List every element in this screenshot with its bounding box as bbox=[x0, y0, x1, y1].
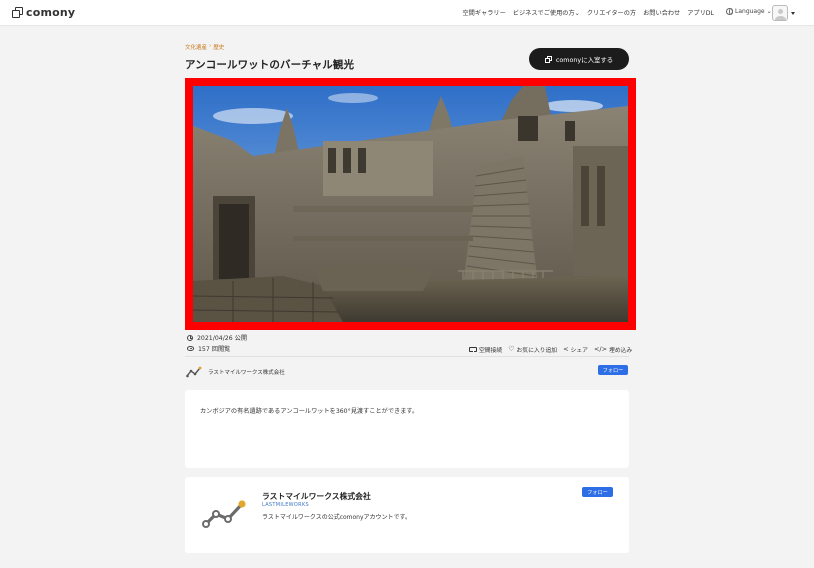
language-label: Language bbox=[735, 8, 765, 15]
favorite-button[interactable]: ♡ お気に入り追加 bbox=[508, 345, 558, 355]
language-selector[interactable]: Language ⌄ bbox=[726, 8, 772, 15]
space-actions: 空間接続 ♡ お気に入り追加 < シェア </> 埋め込み bbox=[469, 345, 632, 354]
code-icon: </> bbox=[593, 345, 608, 354]
top-header: comony 空間ギャラリー ビジネスでご使用の方⌄ クリエイターの方 お問い合… bbox=[0, 0, 814, 26]
organization-id: LASTMILEWORKS bbox=[262, 502, 309, 508]
space-viewer[interactable] bbox=[185, 78, 636, 330]
vr-connect-label: 空間接続 bbox=[479, 348, 503, 354]
view-count-text: 157 回閲覧 bbox=[198, 346, 231, 353]
organization-name[interactable]: ラストマイルワークス株式会社 bbox=[262, 491, 371, 502]
globe-icon bbox=[726, 8, 733, 15]
nav-gallery[interactable]: 空間ギャラリー bbox=[462, 8, 505, 17]
follow-button[interactable]: フォロー bbox=[598, 365, 628, 375]
nav-business[interactable]: ビジネスでご使用の方⌄ bbox=[513, 8, 580, 17]
panorama-preview-image[interactable] bbox=[193, 86, 628, 322]
view-count: 157 回閲覧 bbox=[187, 344, 230, 353]
favorite-label: お気に入り追加 bbox=[516, 348, 558, 354]
chevron-down-icon: ⌄ bbox=[766, 8, 772, 15]
avatar-body bbox=[775, 16, 786, 20]
nav-contact[interactable]: お問い合わせ bbox=[643, 8, 680, 17]
organization-card: ラストマイルワークス株式会社 LASTMILEWORKS ラストマイルワークスの… bbox=[185, 477, 629, 553]
breadcrumb-separator: › bbox=[209, 43, 212, 49]
share-label: シェア bbox=[570, 348, 588, 354]
description-text: カンボジアの有名遺跡であるアンコールワットを360°見渡すことができます。 bbox=[200, 408, 419, 415]
organization-logo-icon[interactable] bbox=[202, 499, 250, 529]
user-avatar[interactable] bbox=[772, 5, 788, 21]
owner-logo-icon bbox=[186, 366, 202, 378]
logo-text: comony bbox=[26, 6, 76, 19]
share-icon: < bbox=[563, 345, 569, 354]
main-nav: 空間ギャラリー ビジネスでご使用の方⌄ クリエイターの方 お問い合わせ アプリD… bbox=[462, 8, 714, 17]
nav-creator[interactable]: クリエイターの方 bbox=[587, 8, 636, 17]
avatar-head bbox=[778, 9, 783, 14]
breadcrumb-subcategory[interactable]: 歴史 bbox=[213, 43, 224, 51]
vr-goggles-icon bbox=[469, 347, 477, 352]
published-date-text: 2021/04/26 公開 bbox=[197, 335, 248, 342]
share-button[interactable]: < シェア bbox=[563, 345, 588, 354]
comony-logo[interactable]: comony bbox=[12, 6, 75, 19]
vr-connect-button[interactable]: 空間接続 bbox=[469, 345, 502, 354]
comony-logo-icon bbox=[12, 7, 23, 18]
description-card: カンボジアの有名遺跡であるアンコールワットを360°見渡すことができます。 bbox=[185, 390, 629, 468]
chevron-down-icon: ⌄ bbox=[574, 10, 580, 17]
breadcrumb-category[interactable]: 文化遺産 bbox=[185, 43, 207, 51]
heart-icon: ♡ bbox=[508, 345, 515, 353]
nav-app-download[interactable]: アプリDL bbox=[687, 8, 714, 17]
owner-name: ラストマイルワークス株式会社 bbox=[208, 370, 285, 376]
divider bbox=[185, 356, 629, 357]
angkor-wat-scene bbox=[193, 86, 628, 322]
enter-space-label: comonyに入室する bbox=[555, 55, 614, 64]
window-icon bbox=[544, 55, 552, 63]
owner-row[interactable]: ラストマイルワークス株式会社 bbox=[186, 366, 285, 378]
eye-icon bbox=[187, 346, 194, 351]
caret-down-icon[interactable] bbox=[791, 12, 795, 15]
organization-follow-button[interactable]: フォロー bbox=[582, 487, 613, 497]
enter-space-button[interactable]: comonyに入室する bbox=[529, 48, 629, 70]
embed-label: 埋め込み bbox=[609, 348, 633, 354]
published-date: 2021/04/26 公開 bbox=[187, 333, 247, 342]
clock-icon bbox=[187, 334, 193, 341]
organization-bio: ラストマイルワークスの公式comonyアカウントです。 bbox=[262, 514, 411, 521]
breadcrumb: 文化遺産 › 歴史 bbox=[185, 43, 224, 51]
page-title: アンコールワットのバーチャル観光 bbox=[185, 59, 355, 71]
nav-business-label: ビジネスでご使用の方 bbox=[512, 10, 575, 17]
embed-button[interactable]: </> 埋め込み bbox=[594, 345, 632, 354]
